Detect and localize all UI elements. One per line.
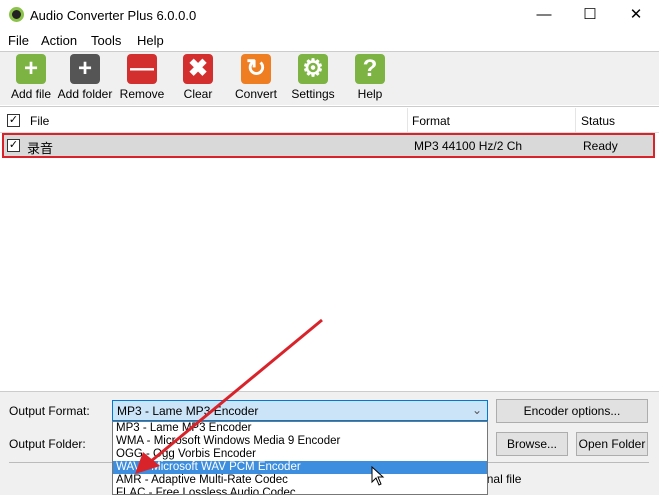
- mouse-cursor-icon: [371, 466, 385, 486]
- annotation-arrow: [135, 318, 323, 474]
